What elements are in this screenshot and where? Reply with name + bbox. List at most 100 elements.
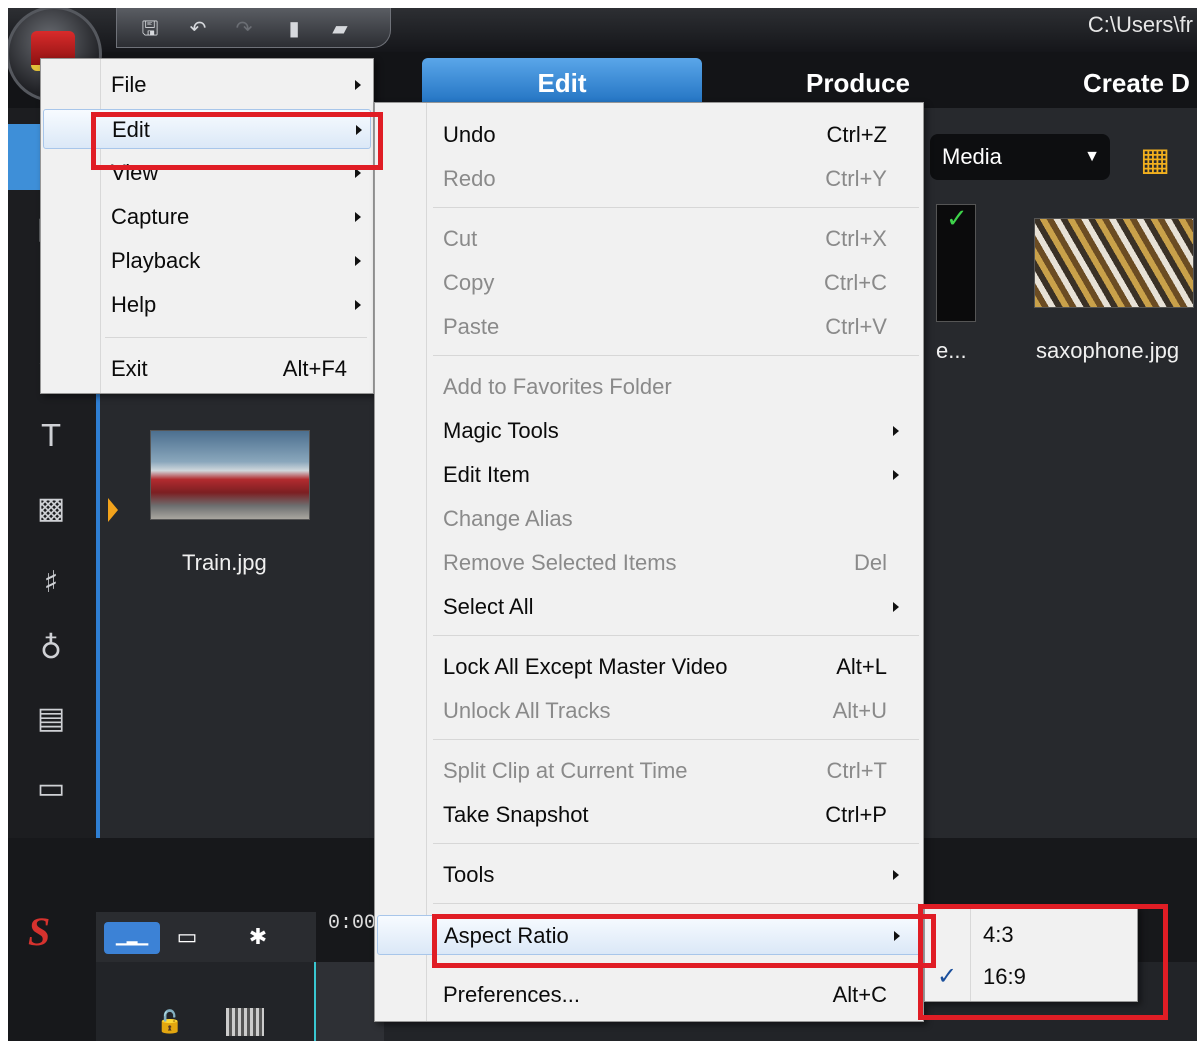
menu-item-file[interactable]: File [43,65,371,105]
checkmark-icon: ✓ [937,963,958,990]
audio-mixing-icon[interactable]: ♯ [26,562,76,604]
menu-item-label: Select All [443,594,534,619]
menu-item-label: Magic Tools [443,418,559,443]
sort-view-icon[interactable]: ▦ [1140,140,1170,178]
menu-item-label: Capture [111,204,190,229]
voice-over-icon[interactable]: ♁ [26,628,76,670]
menu-item-label: 16:9 [983,964,1026,989]
menu-item-label: File [111,72,147,97]
menu-item-aspect-4-3[interactable]: 4:3 [927,915,1135,955]
menu-item-shortcut: Alt+F4 [282,356,347,381]
menu-item-shortcut: Ctrl+X [825,226,887,251]
unlock-icon[interactable]: 🔓 [156,1010,183,1035]
menu-item-redo[interactable]: Redo Ctrl+Y [377,159,921,199]
menu-item-aspect-16-9[interactable]: ✓ 16:9 [927,957,1135,997]
quick-access-toolbar: 🖫 ↶ ↷ ▮ ▰ [116,8,391,48]
timeline-toolbar: ▁▂▁ ▭ ✱ [96,912,316,962]
title-bar: 🖫 ↶ ↷ ▮ ▰ C:\Users\fr [8,8,1197,52]
storyboard-view-button[interactable]: ▭ [170,922,204,954]
menu-separator [433,355,919,356]
menu-item-label: Undo [443,122,496,147]
menu-item-paste[interactable]: Paste Ctrl+V [377,307,921,347]
timeline-view-button[interactable]: ▁▂▁ [104,922,160,954]
menu-item-label: Playback [111,248,201,273]
tab-edit[interactable]: Edit [422,58,702,108]
menu-item-undo[interactable]: Undo Ctrl+Z [377,115,921,155]
tab-create-disc[interactable]: Create D [1083,58,1197,108]
menu-item-shortcut: Ctrl+V [825,314,887,339]
media-caption-saxophone: saxophone.jpg [1036,338,1180,363]
menu-item-shortcut: Alt+U [832,698,887,723]
media-thumbnail-saxophone[interactable] [1034,218,1194,308]
submenu-arrow-icon [893,426,899,436]
menu-item-label: Split Clip at Current Time [443,758,688,783]
media-thumbnail-train[interactable] [150,430,310,520]
submenu-arrow-icon [893,602,899,612]
menu-item-preferences[interactable]: Preferences... Alt+C [377,975,921,1015]
menu-item-label: Edit [112,117,150,142]
menu-item-change-alias[interactable]: Change Alias [377,499,921,539]
menu-item-exit[interactable]: Exit Alt+F4 [43,349,371,389]
menu-item-playback[interactable]: Playback [43,241,371,281]
menu-item-label: 4:3 [983,922,1014,947]
menu-item-lock-all[interactable]: Lock All Except Master Video Alt+L [377,647,921,687]
menu-separator [433,963,919,964]
subtitle-room-icon[interactable]: ▭ [26,768,76,810]
selection-marker-icon [108,498,118,522]
menu-separator [433,903,919,904]
tab-produce[interactable]: Produce [778,58,938,108]
menu-item-unlock-all[interactable]: Unlock All Tracks Alt+U [377,691,921,731]
menu-item-magic-tools[interactable]: Magic Tools [377,411,921,451]
menu-item-shortcut: Ctrl+P [825,802,887,827]
menu-item-edit-item[interactable]: Edit Item [377,455,921,495]
transition-room-icon[interactable]: ▩ [26,488,76,530]
menu-item-aspect-ratio[interactable]: Aspect Ratio [377,915,921,955]
open-folder-icon[interactable]: ▰ [325,14,355,42]
menu-item-label: Unlock All Tracks [443,698,611,723]
menu-item-cut[interactable]: Cut Ctrl+X [377,219,921,259]
undo-icon[interactable]: ↶ [183,14,213,42]
menu-separator [433,635,919,636]
menu-item-label: Take Snapshot [443,802,589,827]
menu-item-label: Aspect Ratio [444,923,569,948]
menu-item-shortcut: Alt+L [836,654,887,679]
media-filter-label: Media [942,144,1002,169]
new-file-icon[interactable]: ▮ [279,14,309,42]
menu-item-label: Change Alias [443,506,573,531]
chapter-room-icon[interactable]: ▤ [26,698,76,740]
add-track-button[interactable]: ✱ [236,920,280,956]
edit-submenu: Undo Ctrl+Z Redo Ctrl+Y Cut Ctrl+X Copy … [374,102,924,1022]
menu-item-shortcut: Ctrl+T [826,758,888,783]
redo-icon[interactable]: ↷ [229,14,259,42]
menu-item-shortcut: Alt+C [832,982,887,1007]
menu-item-shortcut: Del [853,550,887,575]
menu-item-label: Tools [443,862,495,887]
title-room-icon[interactable]: T [26,416,76,458]
menu-item-view[interactable]: View [43,153,371,193]
window-path: C:\Users\fr [1087,12,1193,37]
menu-item-select-all[interactable]: Select All [377,587,921,627]
submenu-arrow-icon [893,870,899,880]
menu-separator [433,843,919,844]
submenu-arrow-icon [894,931,900,941]
menu-item-label: Exit [111,356,148,381]
video-track-icon [226,1008,264,1036]
menu-item-tools[interactable]: Tools [377,855,921,895]
save-icon[interactable]: 🖫 [135,14,165,42]
menu-item-copy[interactable]: Copy Ctrl+C [377,263,921,303]
menu-item-help[interactable]: Help [43,285,371,325]
menu-item-add-to-favorites[interactable]: Add to Favorites Folder [377,367,921,407]
magic-wand-icon[interactable]: S [28,908,50,955]
menu-item-take-snapshot[interactable]: Take Snapshot Ctrl+P [377,795,921,835]
media-filter-dropdown[interactable]: Media ▼ [930,134,1110,180]
submenu-arrow-icon [355,212,361,222]
chevron-down-icon: ▼ [1084,148,1100,165]
main-menu: File Edit View Capture Playback Help Exi… [40,58,374,394]
media-caption-video: e... [936,338,967,363]
menu-item-split-clip[interactable]: Split Clip at Current Time Ctrl+T [377,751,921,791]
menu-item-remove-selected[interactable]: Remove Selected Items Del [377,543,921,583]
menu-separator [433,207,919,208]
menu-item-capture[interactable]: Capture [43,197,371,237]
menu-item-edit[interactable]: Edit [43,109,371,149]
media-caption-train: Train.jpg [182,550,267,575]
